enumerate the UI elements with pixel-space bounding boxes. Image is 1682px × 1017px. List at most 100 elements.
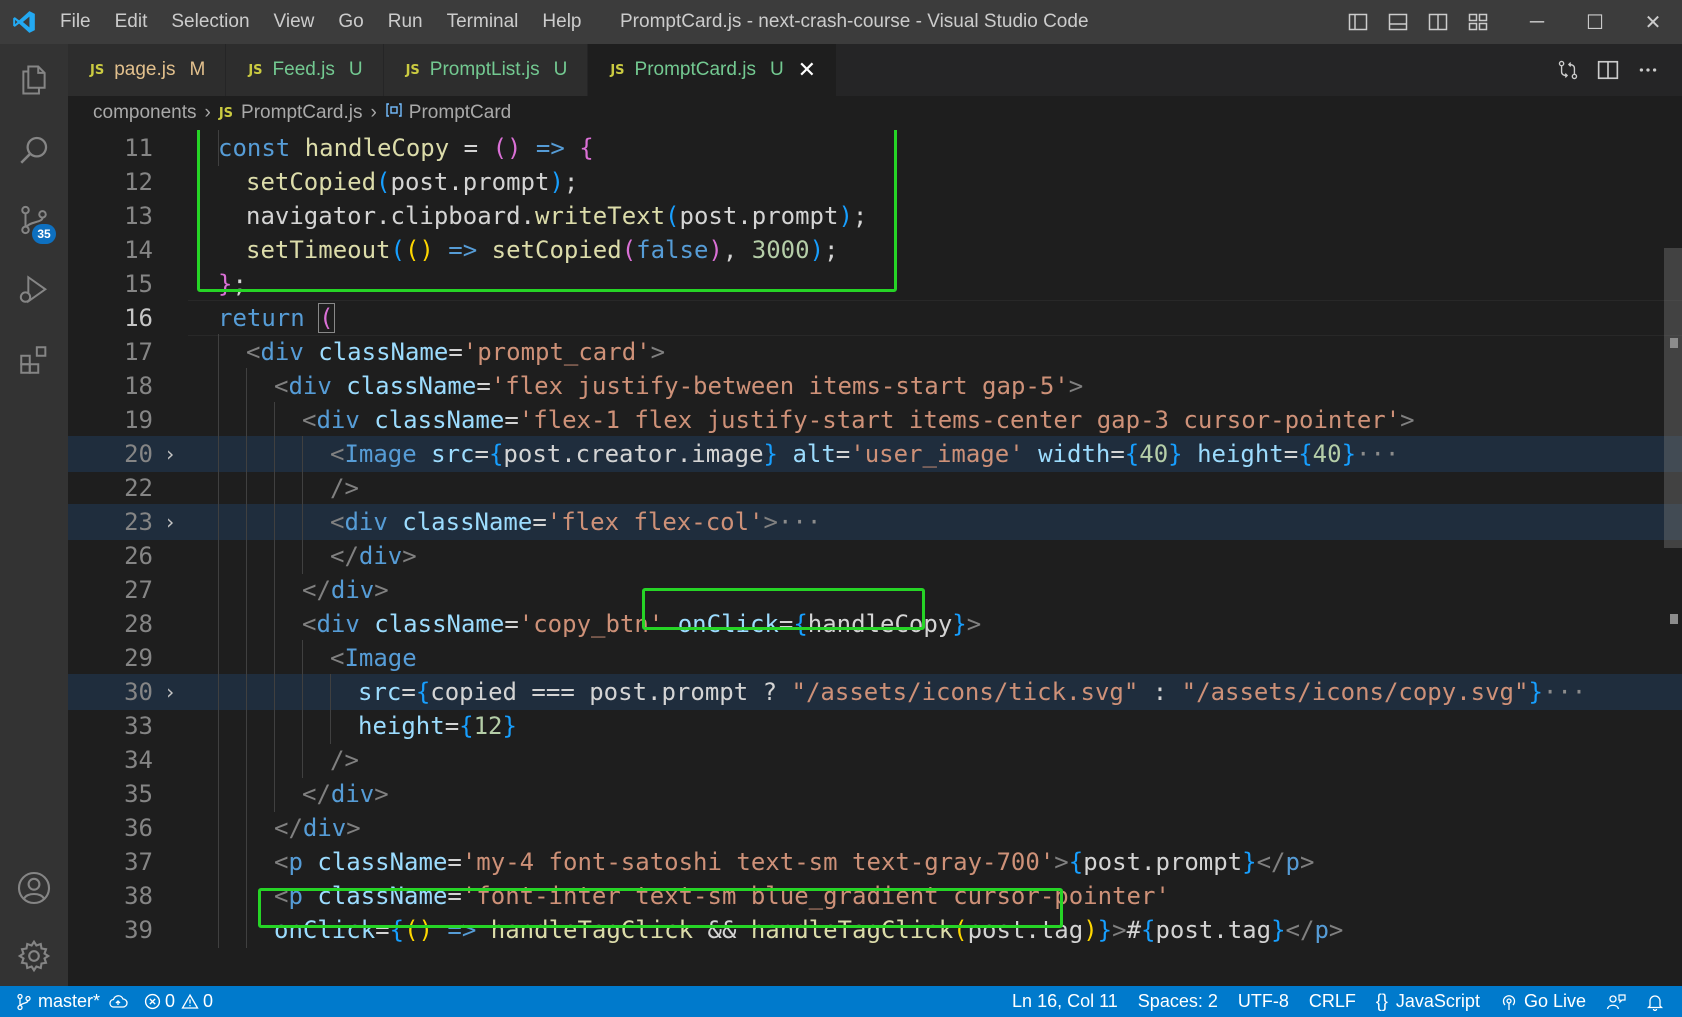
symbol-variable-icon — [385, 102, 403, 124]
code-token: < — [274, 882, 289, 910]
code-token: = — [447, 882, 462, 910]
code-token: = — [474, 440, 489, 468]
javascript-file-icon: JS — [405, 62, 420, 78]
error-count: 0 — [165, 991, 176, 1011]
code-line: 39 onClick={() => handleTagClick && hand… — [68, 912, 1682, 948]
manage-gear-icon[interactable] — [0, 922, 68, 990]
toggle-primary-sidebar-icon[interactable] — [1338, 0, 1378, 44]
fold-chevron-icon[interactable]: › — [164, 436, 180, 472]
menu-terminal[interactable]: Terminal — [435, 0, 531, 44]
split-editor-icon[interactable] — [1588, 44, 1628, 96]
menu-run[interactable]: Run — [376, 0, 435, 44]
code-line: 13 navigator.clipboard.writeText(post.pr… — [68, 198, 1682, 234]
go-live-button[interactable]: Go Live — [1490, 986, 1596, 1017]
source-control-icon[interactable]: 35 — [0, 186, 68, 254]
code-token: = — [778, 610, 794, 638]
code-token: < — [302, 406, 317, 434]
tab-label: Feed.js — [272, 59, 335, 80]
code-token: className — [317, 882, 448, 910]
customize-layout-icon[interactable] — [1458, 0, 1498, 44]
code-token: 'flex justify-between items-start gap-5' — [490, 372, 1069, 400]
open-changes-icon[interactable] — [1548, 44, 1588, 96]
notifications-bell-icon[interactable] — [1636, 986, 1674, 1017]
tab-page-js[interactable]: JS page.js M — [68, 44, 227, 96]
folded-ellipsis[interactable]: ··· — [1543, 678, 1586, 706]
code-token: 40 — [1312, 440, 1342, 468]
cursor-position[interactable]: Ln 16, Col 11 — [1002, 986, 1128, 1017]
file-encoding[interactable]: UTF-8 — [1228, 986, 1299, 1017]
toggle-panel-icon[interactable] — [1378, 0, 1418, 44]
code-token: 40 — [1139, 440, 1169, 468]
close-window-button[interactable]: ✕ — [1624, 0, 1682, 44]
extensions-icon[interactable] — [0, 326, 68, 394]
fold-chevron-icon[interactable]: › — [164, 504, 180, 540]
breadcrumb-folder[interactable]: components — [93, 102, 197, 124]
code-line: 18 <div className='flex justify-between … — [68, 368, 1682, 404]
breadcrumb-symbol[interactable]: PromptCard — [409, 102, 511, 124]
code-token: 'flex flex-col' — [546, 508, 764, 536]
menu-help[interactable]: Help — [530, 0, 593, 44]
indentation-setting[interactable]: Spaces: 2 — [1128, 986, 1228, 1017]
sync-cloud-icon[interactable] — [108, 994, 128, 1010]
indent-guide — [302, 436, 303, 472]
tab-label: page.js — [114, 59, 176, 80]
folded-ellipsis[interactable]: ··· — [1356, 440, 1399, 468]
code-editor[interactable]: 11 const handleCopy = () => { 12 setCopi… — [68, 130, 1682, 986]
indent-guide — [218, 504, 219, 540]
more-actions-icon[interactable] — [1628, 44, 1668, 96]
code-token: </ — [302, 576, 331, 604]
code-token: . — [1025, 916, 1040, 944]
problems-status[interactable]: 0 0 — [136, 986, 221, 1017]
code-line: 28 <div className='copy_btn' onClick={ha… — [68, 606, 1682, 642]
menu-edit[interactable]: Edit — [103, 0, 160, 44]
code-token: height — [358, 712, 445, 740]
line-number: 35 — [124, 780, 153, 808]
editor-tab-bar: JS page.js M JS Feed.js U JS PromptList.… — [68, 44, 1682, 96]
toggle-secondary-sidebar-icon[interactable] — [1418, 0, 1458, 44]
javascript-file-icon: JS — [90, 62, 105, 78]
code-line: 22 /> — [68, 470, 1682, 506]
code-token: > — [374, 780, 389, 808]
breadcrumb-file[interactable]: PromptCard.js — [241, 102, 362, 124]
accounts-icon[interactable] — [0, 854, 68, 922]
end-of-line[interactable]: CRLF — [1299, 986, 1366, 1017]
menu-go[interactable]: Go — [326, 0, 375, 44]
git-branch-icon — [16, 993, 32, 1011]
tab-feed-js[interactable]: JS Feed.js U — [226, 44, 384, 96]
current-line-highlight — [188, 300, 1682, 336]
code-token: . — [676, 440, 692, 468]
indent-guide — [246, 776, 247, 812]
code-line: 27 </div> — [68, 572, 1682, 608]
menu-selection[interactable]: Selection — [159, 0, 261, 44]
tab-git-status: U — [553, 59, 568, 80]
maximize-button[interactable]: ☐ — [1566, 0, 1624, 44]
indent-guide — [218, 538, 219, 574]
code-token: ( — [621, 236, 637, 264]
code-token: ; — [852, 202, 868, 230]
code-token: div — [260, 338, 304, 366]
language-mode[interactable]: {} JavaScript — [1366, 986, 1490, 1017]
menu-view[interactable]: View — [262, 0, 327, 44]
code-token: . — [647, 678, 662, 706]
explorer-icon[interactable] — [0, 46, 68, 114]
close-tab-icon[interactable]: ✕ — [798, 57, 816, 83]
search-icon[interactable] — [0, 116, 68, 184]
scrollbar-thumb[interactable] — [1664, 248, 1682, 548]
vertical-scrollbar[interactable] — [1662, 130, 1682, 986]
code-token: > — [1068, 372, 1084, 400]
fold-chevron-icon[interactable]: › — [164, 674, 180, 710]
git-branch-status[interactable]: master* — [0, 986, 136, 1017]
feedback-icon[interactable] — [1596, 986, 1636, 1017]
tab-promptlist-js[interactable]: JS PromptList.js U — [383, 44, 589, 96]
tab-promptcard-js[interactable]: JS PromptCard.js U ✕ — [588, 44, 838, 96]
code-token: div — [330, 780, 375, 808]
code-token: < — [330, 508, 345, 536]
menu-file[interactable]: File — [48, 0, 103, 44]
folded-ellipsis[interactable]: ··· — [778, 508, 821, 536]
run-debug-icon[interactable] — [0, 256, 68, 324]
minimize-button[interactable]: ─ — [1508, 0, 1566, 44]
code-token: post — [1083, 848, 1141, 876]
code-token: 'flex-1 flex justify-start items-center … — [518, 406, 1401, 434]
